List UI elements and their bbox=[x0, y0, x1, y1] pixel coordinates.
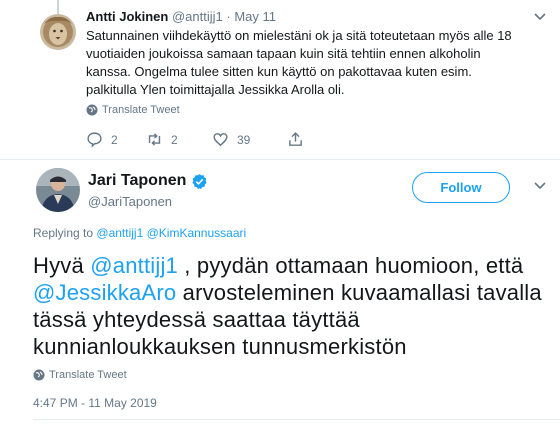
verified-badge-icon bbox=[192, 173, 207, 189]
author-name[interactable]: Jari Taponen bbox=[88, 171, 208, 191]
tweet-text-part-1: Hyvä bbox=[33, 253, 91, 278]
tweet-text: Hyvä @anttijj1 , pyydän ottamaan huomioo… bbox=[33, 252, 553, 360]
globe-icon bbox=[86, 104, 98, 116]
retweet-icon bbox=[148, 133, 161, 146]
replying-mention-2[interactable]: @KimKannussaari bbox=[147, 226, 247, 240]
translate-tweet-link[interactable]: Translate Tweet bbox=[33, 369, 127, 381]
reply-count: 2 bbox=[111, 132, 118, 147]
author-name-text: Jari Taponen bbox=[88, 172, 187, 189]
replying-to: Replying to @anttijj1 @KimKannussaari bbox=[33, 226, 246, 240]
share-icon bbox=[289, 132, 302, 146]
author-handle[interactable]: @JariTaponen bbox=[88, 194, 208, 209]
lion-avatar-icon bbox=[40, 14, 76, 50]
replying-prefix: Replying to bbox=[33, 226, 94, 240]
tweet-text-part-2: , pyydän ottamaan huomioon, että bbox=[177, 253, 524, 278]
share-button[interactable] bbox=[287, 131, 347, 148]
globe-icon bbox=[33, 369, 45, 381]
reply-author-name[interactable]: Antti Jokinen bbox=[86, 9, 168, 24]
caret-down-icon[interactable] bbox=[534, 12, 546, 24]
tweet-mention-1[interactable]: @anttijj1 bbox=[90, 253, 178, 278]
retweet-count: 2 bbox=[171, 132, 178, 147]
tweet-mention-2[interactable]: @JessikkaAro bbox=[33, 280, 176, 305]
like-icon bbox=[213, 133, 228, 147]
translate-tweet-link[interactable]: Translate Tweet bbox=[86, 104, 526, 116]
reply-header: Antti Jokinen @anttijj1 · May 11 bbox=[86, 8, 526, 26]
translate-label: Translate Tweet bbox=[102, 104, 180, 116]
retweet-button[interactable]: 2 bbox=[146, 131, 212, 148]
tweet-timestamp[interactable]: 4:47 PM - 11 May 2019 bbox=[33, 396, 157, 410]
follow-button[interactable]: Follow bbox=[412, 172, 510, 203]
translate-label: Translate Tweet bbox=[49, 369, 127, 381]
avatar[interactable] bbox=[40, 14, 76, 50]
thread-line bbox=[57, 0, 59, 14]
profile-photo-icon bbox=[36, 168, 80, 212]
chevron-down-icon[interactable] bbox=[534, 181, 546, 193]
reply-icon bbox=[87, 132, 102, 148]
action-bar: 2 2 39 bbox=[86, 131, 526, 148]
avatar[interactable] bbox=[36, 168, 80, 212]
reply-date[interactable]: May 11 bbox=[234, 9, 276, 24]
like-count: 39 bbox=[237, 132, 251, 147]
reply-tweet[interactable]: Antti Jokinen @anttijj1 · May 11 Satunna… bbox=[0, 0, 560, 160]
separator: · bbox=[226, 9, 231, 24]
reply-author-handle[interactable]: @anttijj1 bbox=[172, 9, 223, 24]
replying-mention-1[interactable]: @anttijj1 bbox=[96, 226, 143, 240]
divider bbox=[33, 419, 560, 420]
reply-button[interactable]: 2 bbox=[86, 131, 146, 148]
reply-text: Satunnainen viihdekäyttö on mielestäni o… bbox=[86, 28, 512, 97]
like-button[interactable]: 39 bbox=[212, 131, 287, 148]
